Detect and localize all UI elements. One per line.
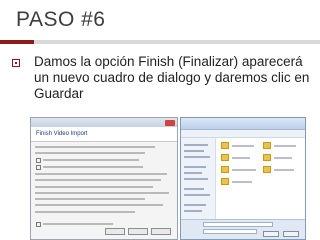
wizard-titlebar: [31, 118, 177, 127]
save-button: [263, 231, 279, 237]
slide-title: PASO #6: [16, 8, 106, 31]
text-line: [35, 152, 145, 154]
text-line: [35, 211, 135, 213]
nav-item: [184, 166, 206, 168]
nav-item: [184, 144, 208, 146]
file-label: [232, 157, 250, 159]
folder-icon: [221, 178, 229, 185]
folder-icon: [263, 154, 271, 161]
checkbox-icon: [36, 158, 41, 163]
file-label: [232, 169, 256, 171]
file-label: [274, 157, 292, 159]
text-line: [35, 204, 163, 206]
text-line: [35, 186, 153, 188]
checkbox-icon: [36, 222, 41, 227]
wizard-header: Finish Video Import: [31, 127, 177, 142]
text-line: [35, 198, 145, 200]
folder-icon: [263, 142, 271, 149]
filename-field: [203, 222, 273, 227]
title-divider: [0, 40, 320, 44]
close-icon: [165, 119, 175, 126]
file-label: [232, 145, 254, 147]
navigation-pane: [181, 138, 216, 222]
folder-icon: [221, 154, 229, 161]
wizard-window-image: Finish Video Import: [30, 117, 178, 240]
nav-item: [184, 178, 208, 180]
bullet-marker-icon: [12, 59, 20, 67]
nav-item: [184, 204, 206, 206]
file-label: [274, 169, 294, 171]
finish-button: [128, 228, 148, 235]
nav-item: [184, 210, 202, 212]
file-label: [232, 181, 252, 183]
checkbox-icon: [36, 165, 41, 170]
cancel-button: [283, 231, 299, 237]
text-line: [43, 159, 139, 161]
bullet-text: Damos la opción Finish (Finalizar) apare…: [34, 54, 310, 101]
folder-icon: [221, 166, 229, 173]
back-button: [105, 228, 125, 235]
folder-icon: [263, 166, 271, 173]
file-label: [274, 145, 296, 147]
nav-item: [184, 156, 210, 158]
text-line: [43, 166, 143, 168]
cancel-button: [151, 228, 171, 235]
text-line: [35, 179, 161, 181]
dialog-toolbar: [181, 130, 305, 138]
nav-item: [184, 194, 210, 196]
dialog-titlebar: [181, 118, 305, 130]
text-line: [35, 173, 167, 175]
text-line: [35, 192, 169, 194]
screenshot-collage: Finish Video Import: [30, 117, 306, 240]
folder-icon: [221, 142, 229, 149]
nav-item: [184, 188, 204, 190]
text-line: [35, 146, 155, 148]
save-options-panel: [181, 219, 305, 239]
filetype-field: [203, 229, 257, 234]
save-dialog-image: [180, 117, 306, 240]
nav-item: [184, 172, 202, 174]
nav-item: [184, 150, 204, 152]
text-line: [43, 223, 113, 225]
